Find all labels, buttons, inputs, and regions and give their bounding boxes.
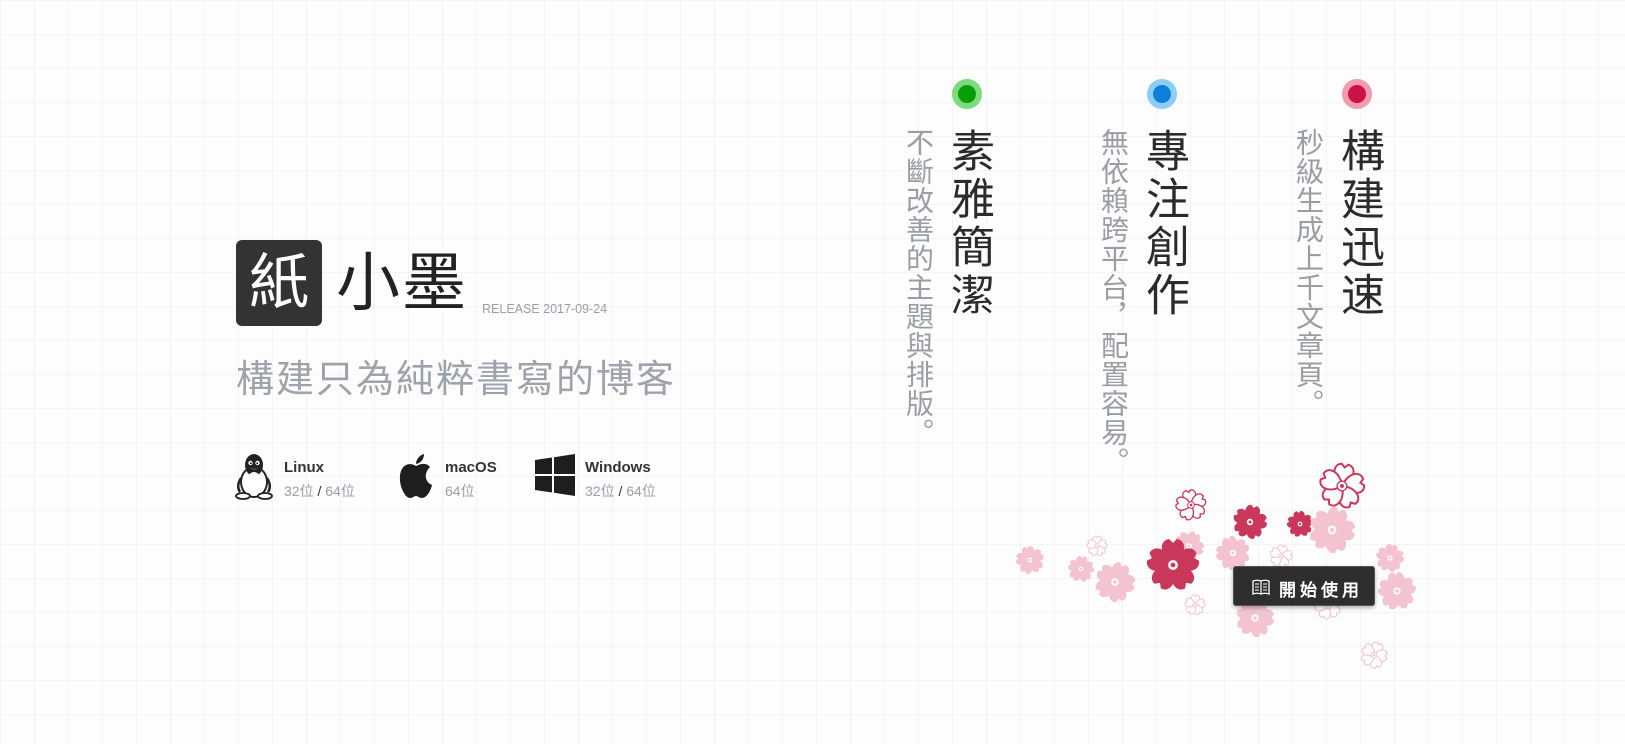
- blossom-icon: [1360, 641, 1388, 669]
- blossom-icon: [1175, 489, 1207, 521]
- blossom-icon: [1319, 462, 1366, 509]
- book-icon: [1252, 579, 1270, 595]
- blossom-icon: [1086, 535, 1108, 556]
- blossom-icon: [1015, 545, 1044, 574]
- blossom-icon: [1376, 543, 1405, 572]
- cherry-blossom-decoration: [1015, 462, 1416, 669]
- blossom-icon: [1377, 571, 1416, 610]
- blossom-icon: [1095, 562, 1136, 603]
- start-button[interactable]: 開始使用: [1233, 566, 1375, 606]
- blossom-icon: [1068, 555, 1095, 582]
- blossom-icon: [1184, 594, 1206, 616]
- start-button-label: 開始使用: [1279, 581, 1363, 601]
